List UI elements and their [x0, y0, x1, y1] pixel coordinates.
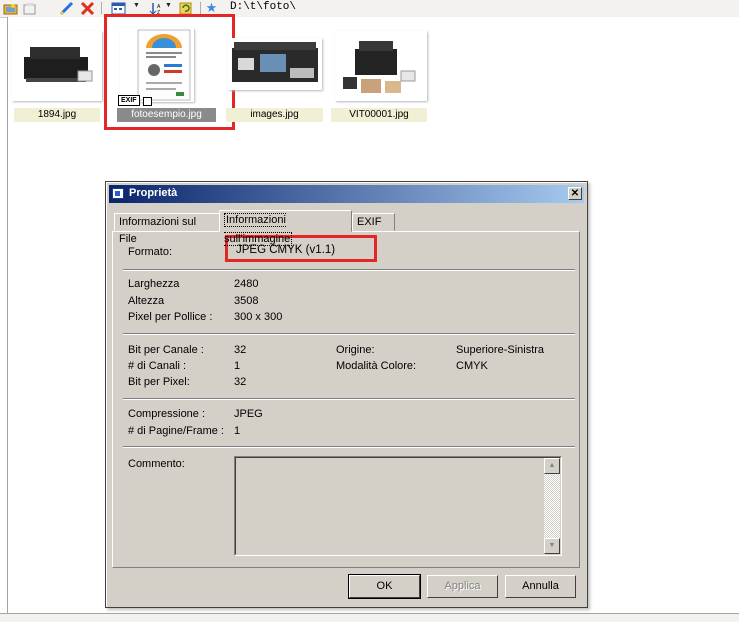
open-folder-icon[interactable]: [2, 1, 18, 15]
sort-icon[interactable]: AZ: [148, 1, 164, 15]
refresh-icon[interactable]: [177, 1, 193, 15]
bits-per-channel-value: 32: [234, 344, 247, 356]
cancel-button[interactable]: Annulla: [505, 575, 576, 598]
favorites-icon[interactable]: ★: [205, 1, 218, 15]
apply-button[interactable]: Applica: [427, 575, 498, 598]
format-label: Formato:: [128, 246, 173, 258]
empty-slot-icon: [40, 1, 56, 15]
origin-value: Superiore-Sinistra: [456, 344, 545, 356]
bits-per-pixel-value: 32: [234, 376, 247, 388]
bits-per-pixel-label: Bit per Pixel:: [128, 376, 190, 388]
view-mode-icon[interactable]: [110, 1, 126, 15]
width-value: 2480: [234, 278, 259, 290]
comment-scrollbar[interactable]: ▲ ▼: [544, 458, 560, 554]
toolbar-separator: [101, 2, 102, 14]
section-divider: [123, 269, 575, 271]
new-folder-icon[interactable]: [21, 1, 37, 15]
printer-image-icon: [343, 41, 416, 93]
scroll-up-icon[interactable]: ▲: [544, 458, 560, 474]
tab-image-info-label: Informazioni sull'immagine: [224, 213, 293, 246]
printer-image-icon: [232, 42, 318, 82]
ok-button[interactable]: OK: [348, 574, 421, 599]
thumbnail-image[interactable]: [120, 28, 194, 102]
window-icon: [112, 188, 124, 199]
bits-per-channel-label: Bit per Canale :: [128, 344, 204, 356]
width-label: Larghezza: [128, 278, 180, 290]
comment-textarea[interactable]: ▲ ▼: [234, 456, 562, 556]
exif-badge: EXIF: [118, 95, 140, 106]
close-button[interactable]: ✕: [568, 187, 582, 200]
compression-value: JPEG: [234, 408, 263, 420]
printer-image-icon: [24, 47, 93, 82]
tab-file-info[interactable]: Informazioni sul File: [114, 213, 221, 245]
scroll-down-icon[interactable]: ▼: [544, 538, 560, 554]
properties-dialog: Proprietà ✕ Informazioni sul File Inform…: [105, 181, 588, 608]
edit-icon[interactable]: [58, 1, 74, 15]
thumbnail-image[interactable]: [228, 38, 322, 90]
dpi-value: 300 x 300: [234, 311, 283, 323]
channels-label: # di Canali :: [128, 360, 187, 372]
tab-exif[interactable]: EXIF: [352, 213, 395, 231]
document-preview-icon: [137, 29, 191, 101]
section-divider: [123, 398, 575, 400]
comment-label: Commento:: [128, 458, 185, 470]
shortcut-overlay-icon: [143, 97, 152, 106]
dialog-titlebar[interactable]: Proprietà ✕: [109, 185, 584, 203]
thumbnail-caption[interactable]: VIT00001.jpg: [331, 108, 427, 122]
thumbnail-image[interactable]: [12, 31, 102, 101]
thumbnail-image[interactable]: [335, 31, 427, 101]
toolbar: ▼ AZ ▼ ★ ▼ D:\t\foto\: [0, 0, 739, 18]
delete-icon[interactable]: [79, 1, 95, 15]
height-value: 3508: [234, 295, 259, 307]
tab-image-info[interactable]: Informazioni sull'immagine: [219, 210, 352, 246]
color-mode-label: Modalità Colore:: [336, 360, 417, 372]
thumbnail-caption[interactable]: 1894.jpg: [14, 108, 100, 122]
svg-text:Z: Z: [157, 10, 160, 15]
compression-label: Compressione :: [128, 408, 206, 420]
color-mode-value: CMYK: [456, 360, 488, 372]
image-info-panel: Formato: JPEG CMYK (v1.1) Larghezza 2480…: [112, 231, 580, 568]
current-path: D:\t\foto\: [230, 1, 297, 13]
pages-label: # di Pagine/Frame :: [128, 425, 224, 437]
section-divider: [123, 446, 575, 448]
section-divider: [123, 333, 575, 335]
height-label: Altezza: [128, 295, 165, 307]
toolbar-separator: [200, 2, 201, 14]
channels-value: 1: [234, 360, 241, 372]
view-mode-dropdown-icon[interactable]: ▼: [133, 2, 140, 9]
thumbnail-caption-selected[interactable]: fotoesempio.jpg: [117, 108, 216, 122]
thumbnail-caption[interactable]: images.jpg: [226, 108, 323, 122]
pages-value: 1: [234, 425, 241, 437]
dpi-label: Pixel per Pollice :: [128, 311, 213, 323]
origin-label: Origine:: [336, 344, 375, 356]
sort-dropdown-icon[interactable]: ▼: [165, 2, 172, 9]
dialog-title: Proprietà: [129, 187, 178, 199]
